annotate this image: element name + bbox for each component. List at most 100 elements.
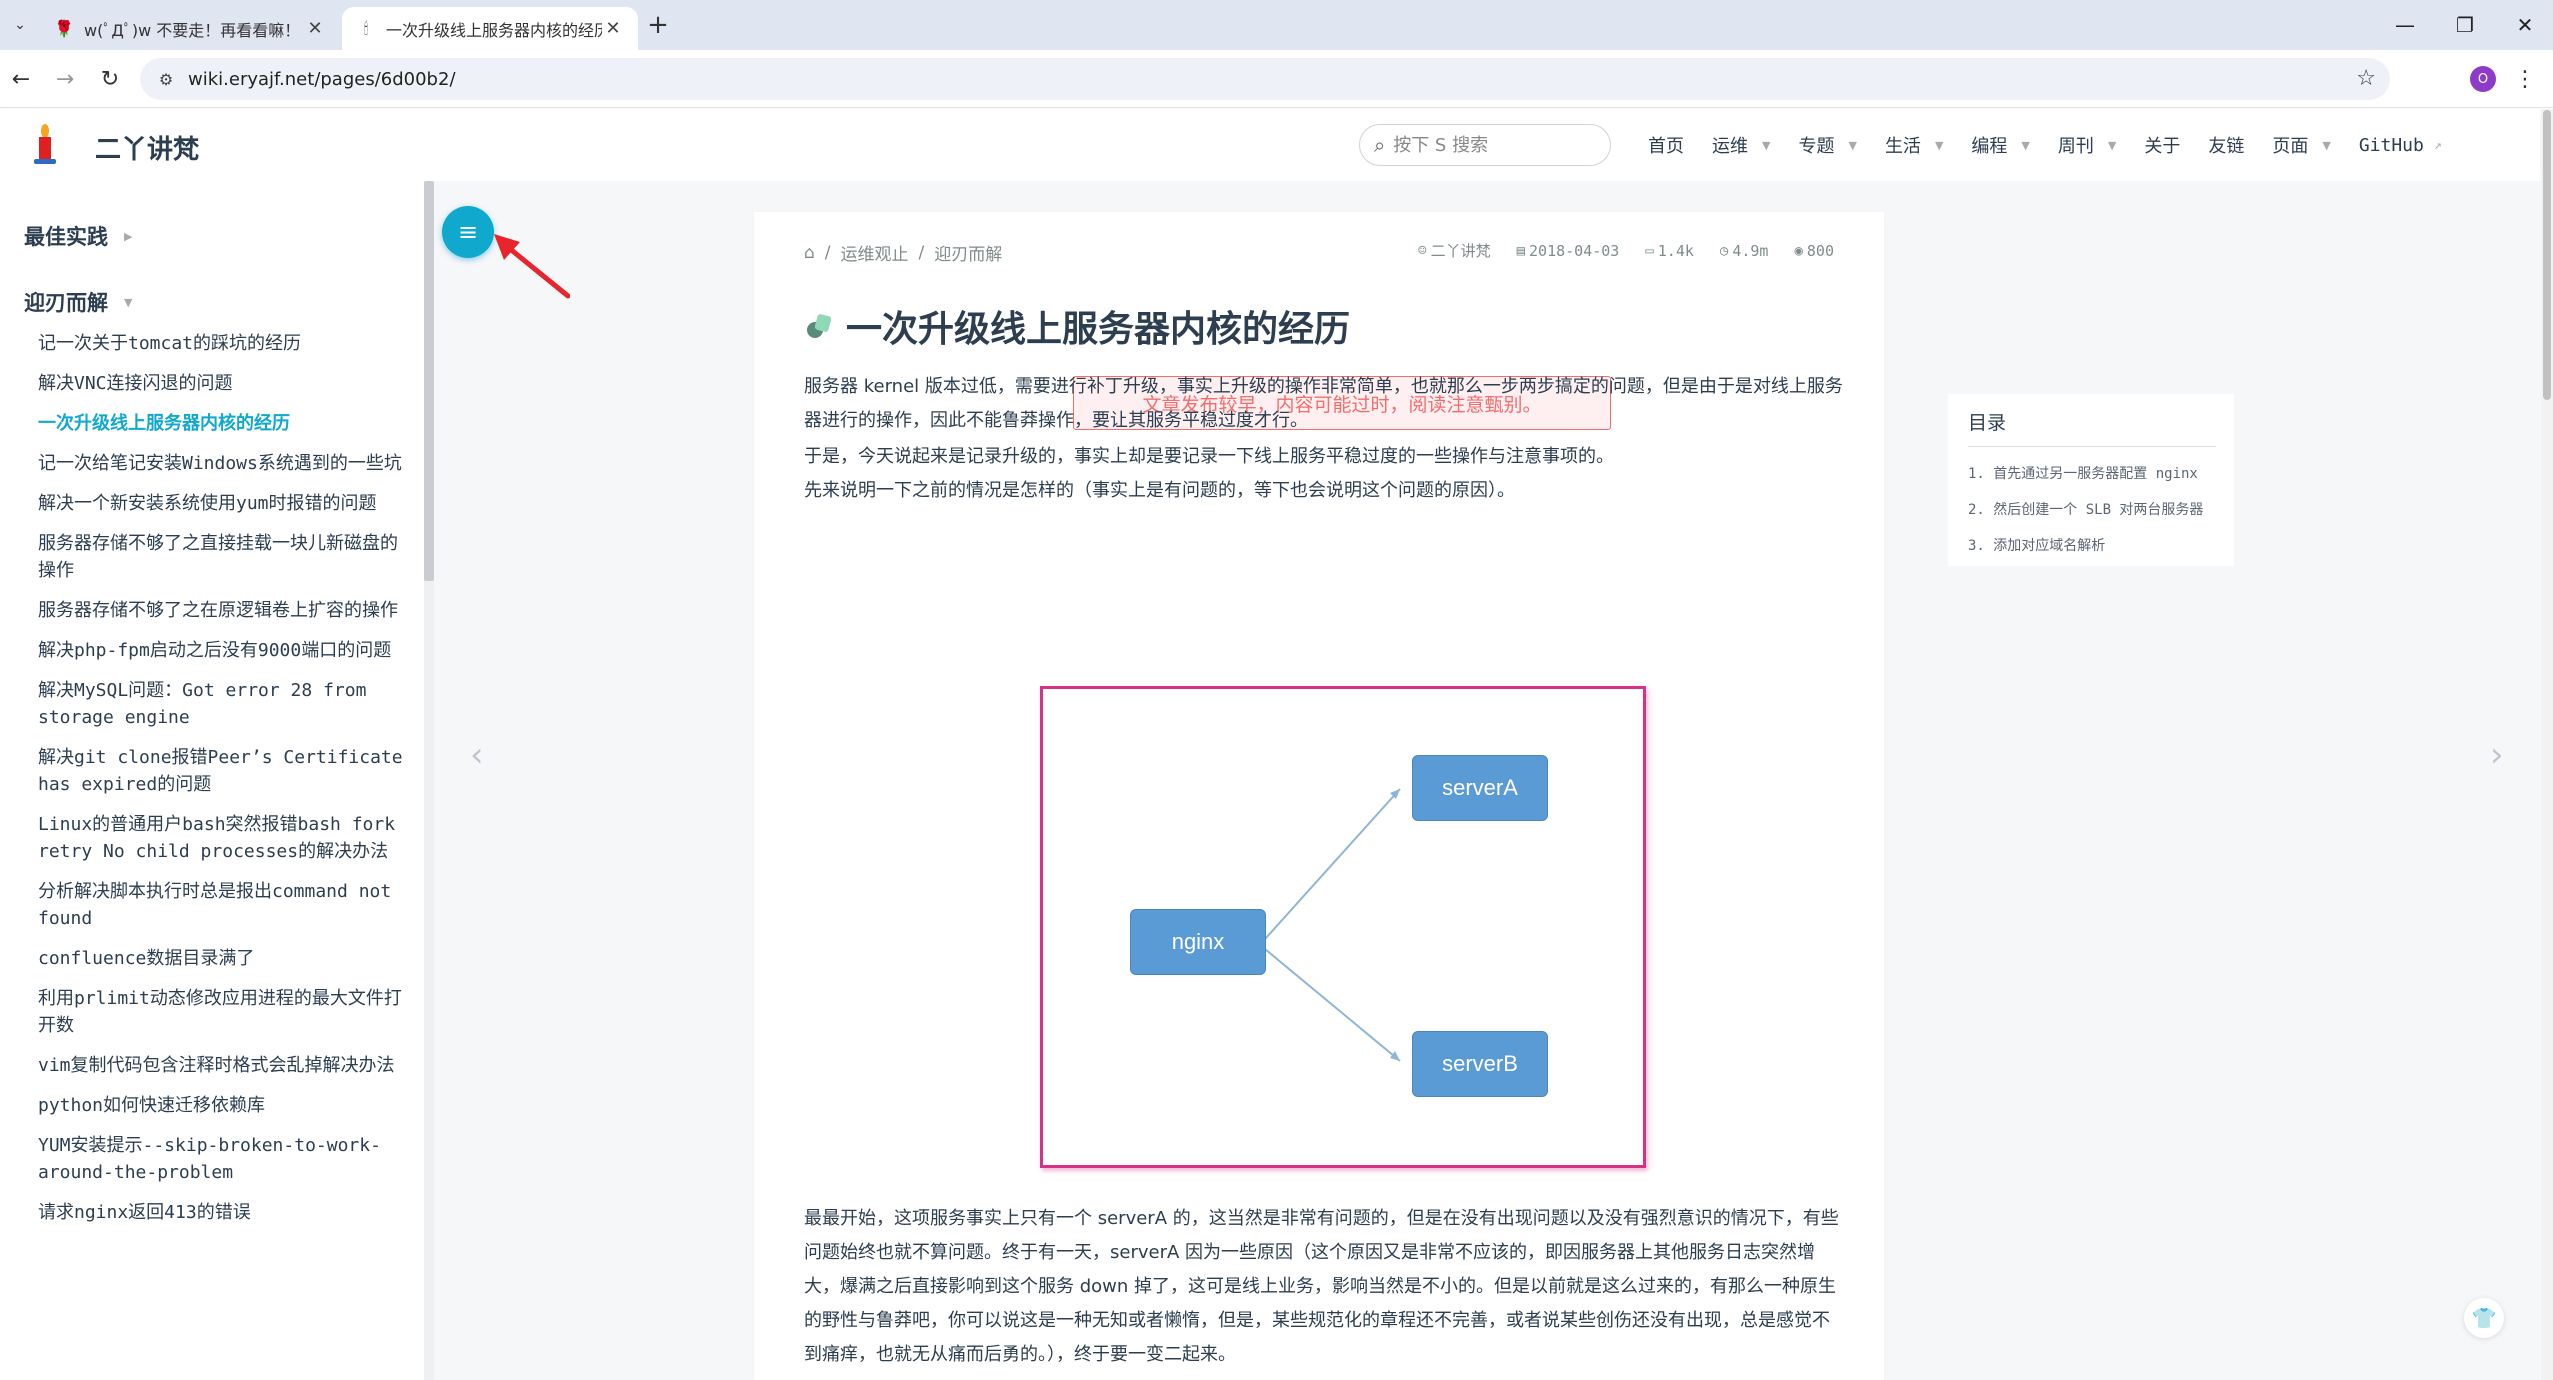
author-text: 二丫讲梵 (1430, 242, 1491, 260)
sidebar-group-troubleshooting[interactable]: 迎刃而解 ▼ (24, 287, 132, 317)
nav-item-topics[interactable]: 专题 ▼ (1798, 132, 1856, 158)
nav-item-about[interactable]: 关于 (2144, 132, 2180, 158)
home-icon[interactable]: ⌂ (804, 243, 815, 263)
sidebar-item[interactable]: 解决VNC连接闪退的问题 (38, 370, 410, 397)
meta-author[interactable]: ☺ 二丫讲梵 (1418, 240, 1490, 261)
sidebar-item[interactable]: Linux的普通用户bash突然报错bash fork retry No chi… (38, 811, 410, 865)
new-tab-button[interactable]: + (644, 10, 672, 40)
forward-icon[interactable]: → (50, 64, 80, 94)
reload-icon[interactable]: ↻ (95, 64, 125, 94)
diagram-node-serverA: serverA (1412, 755, 1548, 821)
diagram-node-nginx: nginx (1130, 909, 1266, 975)
address-bar[interactable]: ⚙ wiki.eryajf.net/pages/6d00b2/ ☆ (140, 58, 2390, 100)
nav-label: 周刊 (2057, 136, 2094, 157)
sidebar-item[interactable]: 一次升级线上服务器内核的经历 (38, 410, 410, 437)
browser-tab-1[interactable]: 🌹 w(ﾟДﾟ)w 不要走！再看看嘛！ ✕ (40, 7, 340, 50)
breadcrumb-separator: / (824, 242, 831, 263)
sidebar-item-list: 记一次关于tomcat的踩坑的经历 解决VNC连接闪退的问题 一次升级线上服务器内核… (38, 330, 410, 1239)
eye-icon: ◉ (1794, 242, 1803, 259)
meta-read-time: ◷ 4.9m (1720, 240, 1769, 261)
sidebar-item[interactable]: python如何快速迁移依赖库 (38, 1092, 410, 1119)
menu-icon: ≡ (457, 218, 479, 246)
site-name[interactable]: 二丫讲梵 (95, 129, 199, 166)
article-card: ⌂ / 运维观止 / 迎刃而解 ☺ 二丫讲梵 ▤ 2018-04-03 ▭ 1.4k … (754, 212, 1884, 1380)
toc-item[interactable]: 1. 首先通过另一服务器配置 nginx (1968, 456, 2218, 492)
search-icon: ⌕ (1374, 133, 1386, 157)
sidebar-item[interactable]: 记一次关于tomcat的踩坑的经历 (38, 330, 410, 357)
prev-page-arrow-icon[interactable]: ‹ (470, 735, 484, 775)
toc-title: 目录 (1968, 412, 2007, 434)
site-logo-icon[interactable] (26, 123, 64, 167)
search-box[interactable]: ⌕ (1359, 124, 1611, 166)
close-tab-icon[interactable]: ✕ (304, 18, 326, 40)
paragraph-text: 服务器 kernel 版本过低，需要进行补丁升级，事实上升级的操作非常简单，也就… (804, 376, 1843, 431)
date-text: 2018-04-03 (1529, 241, 1620, 260)
annotation-arrow-icon (494, 234, 570, 299)
chevron-down-icon: ▼ (124, 295, 133, 309)
views-text: 800 (1806, 241, 1834, 260)
sidebar-item[interactable]: 解决php-fpm启动之后没有9000端口的问题 (38, 637, 410, 664)
reward-button[interactable]: 👕 (2464, 1298, 2504, 1338)
back-icon[interactable]: ← (6, 64, 36, 94)
sidebar-item[interactable]: confluence数据目录满了 (38, 945, 410, 972)
bookmark-star-icon[interactable]: ☆ (2356, 66, 2376, 91)
nav-item-github[interactable]: GitHub ↗ (2359, 135, 2442, 156)
site-navbar: 二丫讲梵 ⌕ 首页 运维 ▼ 专题 ▼ 生活 ▼ 编程 ▼ 周刊 ▼ 关于 友链 页面 ▼ … (0, 109, 2540, 181)
article-title: 一次升级线上服务器内核的经历 (846, 309, 1351, 350)
favicon-icon: 🌹 (54, 19, 74, 38)
nav-item-programming[interactable]: 编程 ▼ (1971, 132, 2029, 158)
sidebar-item[interactable]: 请求nginx返回413的错误 (38, 1199, 410, 1226)
paragraph-text: 先来说明一下之前的情况是怎样的（事实上是有问题的，等下也会说明这个问题的原因）。 (804, 480, 1515, 501)
close-window-icon[interactable]: ✕ (2500, 8, 2550, 42)
search-input[interactable] (1393, 134, 1584, 156)
close-tab-icon[interactable]: ✕ (602, 18, 624, 40)
tab-title: w(ﾟДﾟ)w 不要走！再看看嘛！ (84, 20, 301, 40)
sidebar-item[interactable]: YUM安装提示--skip-broken-to-work-around-the-… (38, 1132, 410, 1186)
nav-item-home[interactable]: 首页 (1648, 132, 1684, 158)
sidebar-item[interactable]: 解决一个新安装系统使用yum时报错的问题 (38, 490, 410, 517)
browser-tab-strip: ⌄ 🌹 w(ﾟДﾟ)w 不要走！再看看嘛！ ✕ 🕯 一次升级线上服务器内核的经历… (0, 0, 2553, 50)
clock-icon: ◷ (1719, 242, 1729, 259)
sidebar-group-best-practice[interactable]: 最佳实践 ▶ (24, 221, 132, 251)
browser-tab-2[interactable]: 🕯 一次升级线上服务器内核的经历 ✕ (342, 7, 638, 50)
words-text: 1.4k (1657, 241, 1694, 260)
nav-item-pages[interactable]: 页面 ▼ (2272, 132, 2330, 158)
sidebar-item[interactable]: vim复制代码包含注释时格式会乱掉解决办法 (38, 1052, 410, 1079)
sidebar-item[interactable]: 解决git clone报错Peer’s Certificate has expi… (38, 744, 410, 798)
tab-search-button[interactable]: ⌄ (6, 11, 34, 39)
meta-views: ◉ 800 (1794, 240, 1834, 261)
site-info-icon[interactable]: ⚙ (154, 67, 178, 91)
nav-item-ops[interactable]: 运维 ▼ (1712, 132, 1770, 158)
nav-label: 关于 (2144, 136, 2181, 157)
url-text[interactable]: wiki.eryajf.net/pages/6d00b2/ (188, 69, 456, 90)
sidebar-item[interactable]: 服务器存储不够了之直接挂载一块儿新磁盘的操作 (38, 530, 410, 584)
sidebar-scrollbar-thumb[interactable] (424, 181, 434, 581)
nav-item-weekly[interactable]: 周刊 ▼ (2058, 132, 2116, 158)
nav-label: 生活 (1884, 136, 1921, 157)
sidebar-toggle-button[interactable]: ≡ (442, 206, 494, 258)
breadcrumb-item[interactable]: 运维观止 (841, 240, 909, 265)
sidebar-item[interactable]: 分析解决脚本执行时总是报出command not found (38, 878, 410, 932)
page-scrollbar-thumb[interactable] (2543, 110, 2551, 400)
profile-avatar[interactable]: O (2470, 66, 2496, 92)
toc-item[interactable]: 3. 添加对应域名解析 (1968, 528, 2218, 564)
sidebar-item[interactable]: 利用prlimit动态修改应用进程的最大文件打开数 (38, 985, 410, 1039)
nav-item-friends[interactable]: 友链 (2208, 132, 2244, 158)
calendar-icon: ▤ (1516, 242, 1526, 259)
external-link-icon: ↗ (2433, 137, 2442, 153)
breadcrumb: ⌂ / 运维观止 / 迎刃而解 (804, 240, 1002, 266)
toc-item[interactable]: 2. 然后创建一个 SLB 对两台服务器 (1968, 492, 2218, 528)
table-of-contents: 目录 1. 首先通过另一服务器配置 nginx 2. 然后创建一个 SLB 对两… (1948, 394, 2234, 566)
breadcrumb-item[interactable]: 迎刃而解 (934, 240, 1002, 265)
sidebar-item[interactable]: 记一次给笔记安装Windows系统遇到的一些坑 (38, 450, 410, 477)
read-time-text: 4.9m (1732, 241, 1769, 260)
caret-down-icon: ▼ (2021, 138, 2030, 152)
nav-item-life[interactable]: 生活 ▼ (1885, 132, 1943, 158)
sidebar-item[interactable]: 服务器存储不够了之在原逻辑卷上扩容的操作 (38, 597, 410, 624)
next-page-arrow-icon[interactable]: › (2490, 735, 2504, 775)
breadcrumb-separator: / (918, 242, 925, 263)
sidebar-item[interactable]: 解决MySQL问题：Got error 28 from storage engi… (38, 677, 410, 731)
restore-icon[interactable]: ❐ (2440, 8, 2490, 42)
minimize-icon[interactable]: — (2380, 8, 2430, 42)
menu-kebab-icon[interactable]: ⋮ (2514, 64, 2536, 94)
